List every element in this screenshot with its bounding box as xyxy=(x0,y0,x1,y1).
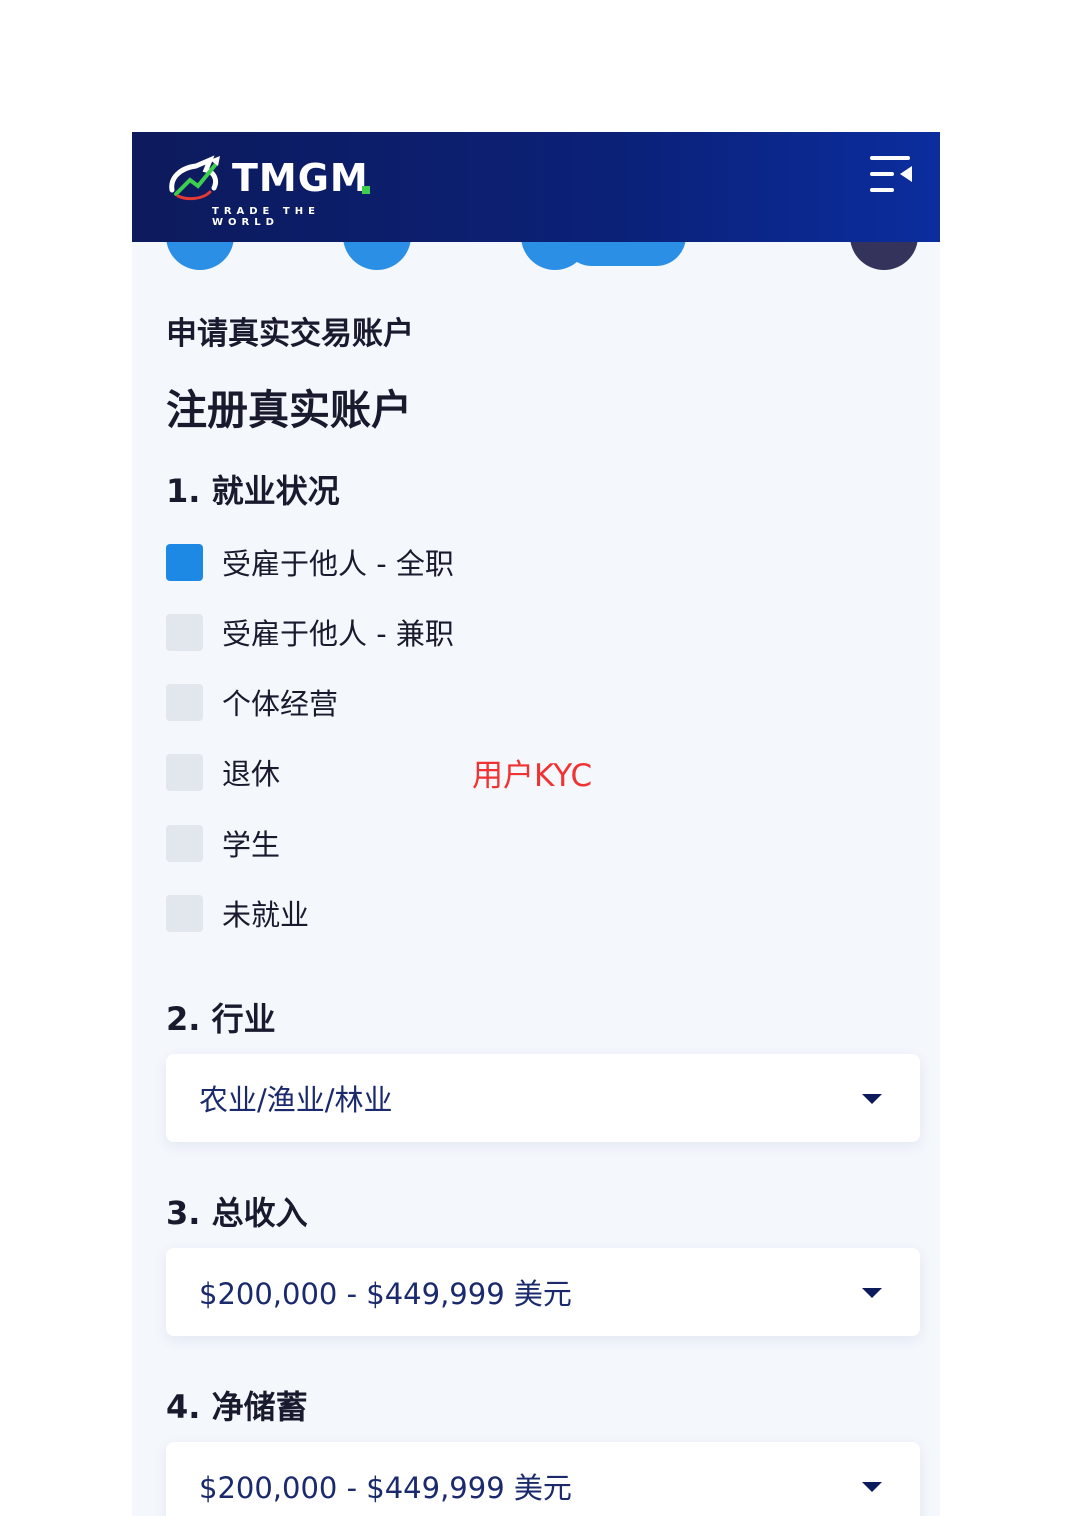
page-subtitle: 申请真实交易账户 xyxy=(166,316,414,352)
savings-selected-value: $200,000 - $449,999 美元 xyxy=(199,1471,572,1505)
employment-option-unemployed[interactable]: 未就业 xyxy=(166,893,586,933)
industry-selected-value: 农业/渔业/林业 xyxy=(199,1083,393,1117)
checkbox[interactable] xyxy=(166,613,203,651)
employment-option-fulltime[interactable]: 受雇于他人 - 全职 xyxy=(166,542,586,582)
option-label: 个体经营 xyxy=(222,687,339,721)
tmgm-logo[interactable]: TMGM TRADE THE WORLD xyxy=(166,146,386,228)
industry-title: 2. 行业 xyxy=(166,1000,276,1038)
checkbox[interactable] xyxy=(166,894,203,932)
menu-collapse-icon xyxy=(870,156,912,192)
brand-name: TMGM xyxy=(232,156,369,200)
menu-button[interactable] xyxy=(868,154,916,194)
option-label: 未就业 xyxy=(222,898,310,932)
option-label: 退休 xyxy=(222,757,281,791)
chevron-down-icon xyxy=(862,1288,882,1298)
option-label: 学生 xyxy=(222,828,281,862)
kyc-watermark-label: 用户KYC xyxy=(472,758,593,794)
option-label: 受雇于他人 - 兼职 xyxy=(222,617,454,651)
chevron-down-icon xyxy=(862,1094,882,1104)
checkbox[interactable] xyxy=(166,824,203,862)
net-savings-select[interactable]: $200,000 - $449,999 美元 xyxy=(166,1442,920,1516)
income-selected-value: $200,000 - $449,999 美元 xyxy=(199,1277,572,1311)
brand-dot xyxy=(362,186,370,194)
option-label: 受雇于他人 - 全职 xyxy=(222,547,454,581)
chevron-down-icon xyxy=(862,1482,882,1492)
app-screen: TMGM TRADE THE WORLD 申请真实交易账户 注册真实账户 1. … xyxy=(132,132,940,1516)
bull-logo-icon xyxy=(169,155,220,201)
industry-select[interactable]: 农业/渔业/林业 xyxy=(166,1054,920,1142)
net-savings-title: 4. 净储蓄 xyxy=(166,1388,308,1426)
employment-option-student[interactable]: 学生 xyxy=(166,823,586,863)
employment-option-self-employed[interactable]: 个体经营 xyxy=(166,682,586,722)
employment-status-title: 1. 就业状况 xyxy=(166,472,340,510)
page-title: 注册真实账户 xyxy=(166,386,412,434)
employment-option-parttime[interactable]: 受雇于他人 - 兼职 xyxy=(166,612,586,652)
top-header: TMGM TRADE THE WORLD xyxy=(132,132,940,242)
checkbox[interactable] xyxy=(166,683,203,721)
gross-income-title: 3. 总收入 xyxy=(166,1194,308,1232)
checkbox-checked[interactable] xyxy=(166,543,203,581)
checkbox[interactable] xyxy=(166,753,203,791)
brand-tagline: TRADE THE WORLD xyxy=(212,206,320,228)
gross-income-select[interactable]: $200,000 - $449,999 美元 xyxy=(166,1248,920,1336)
